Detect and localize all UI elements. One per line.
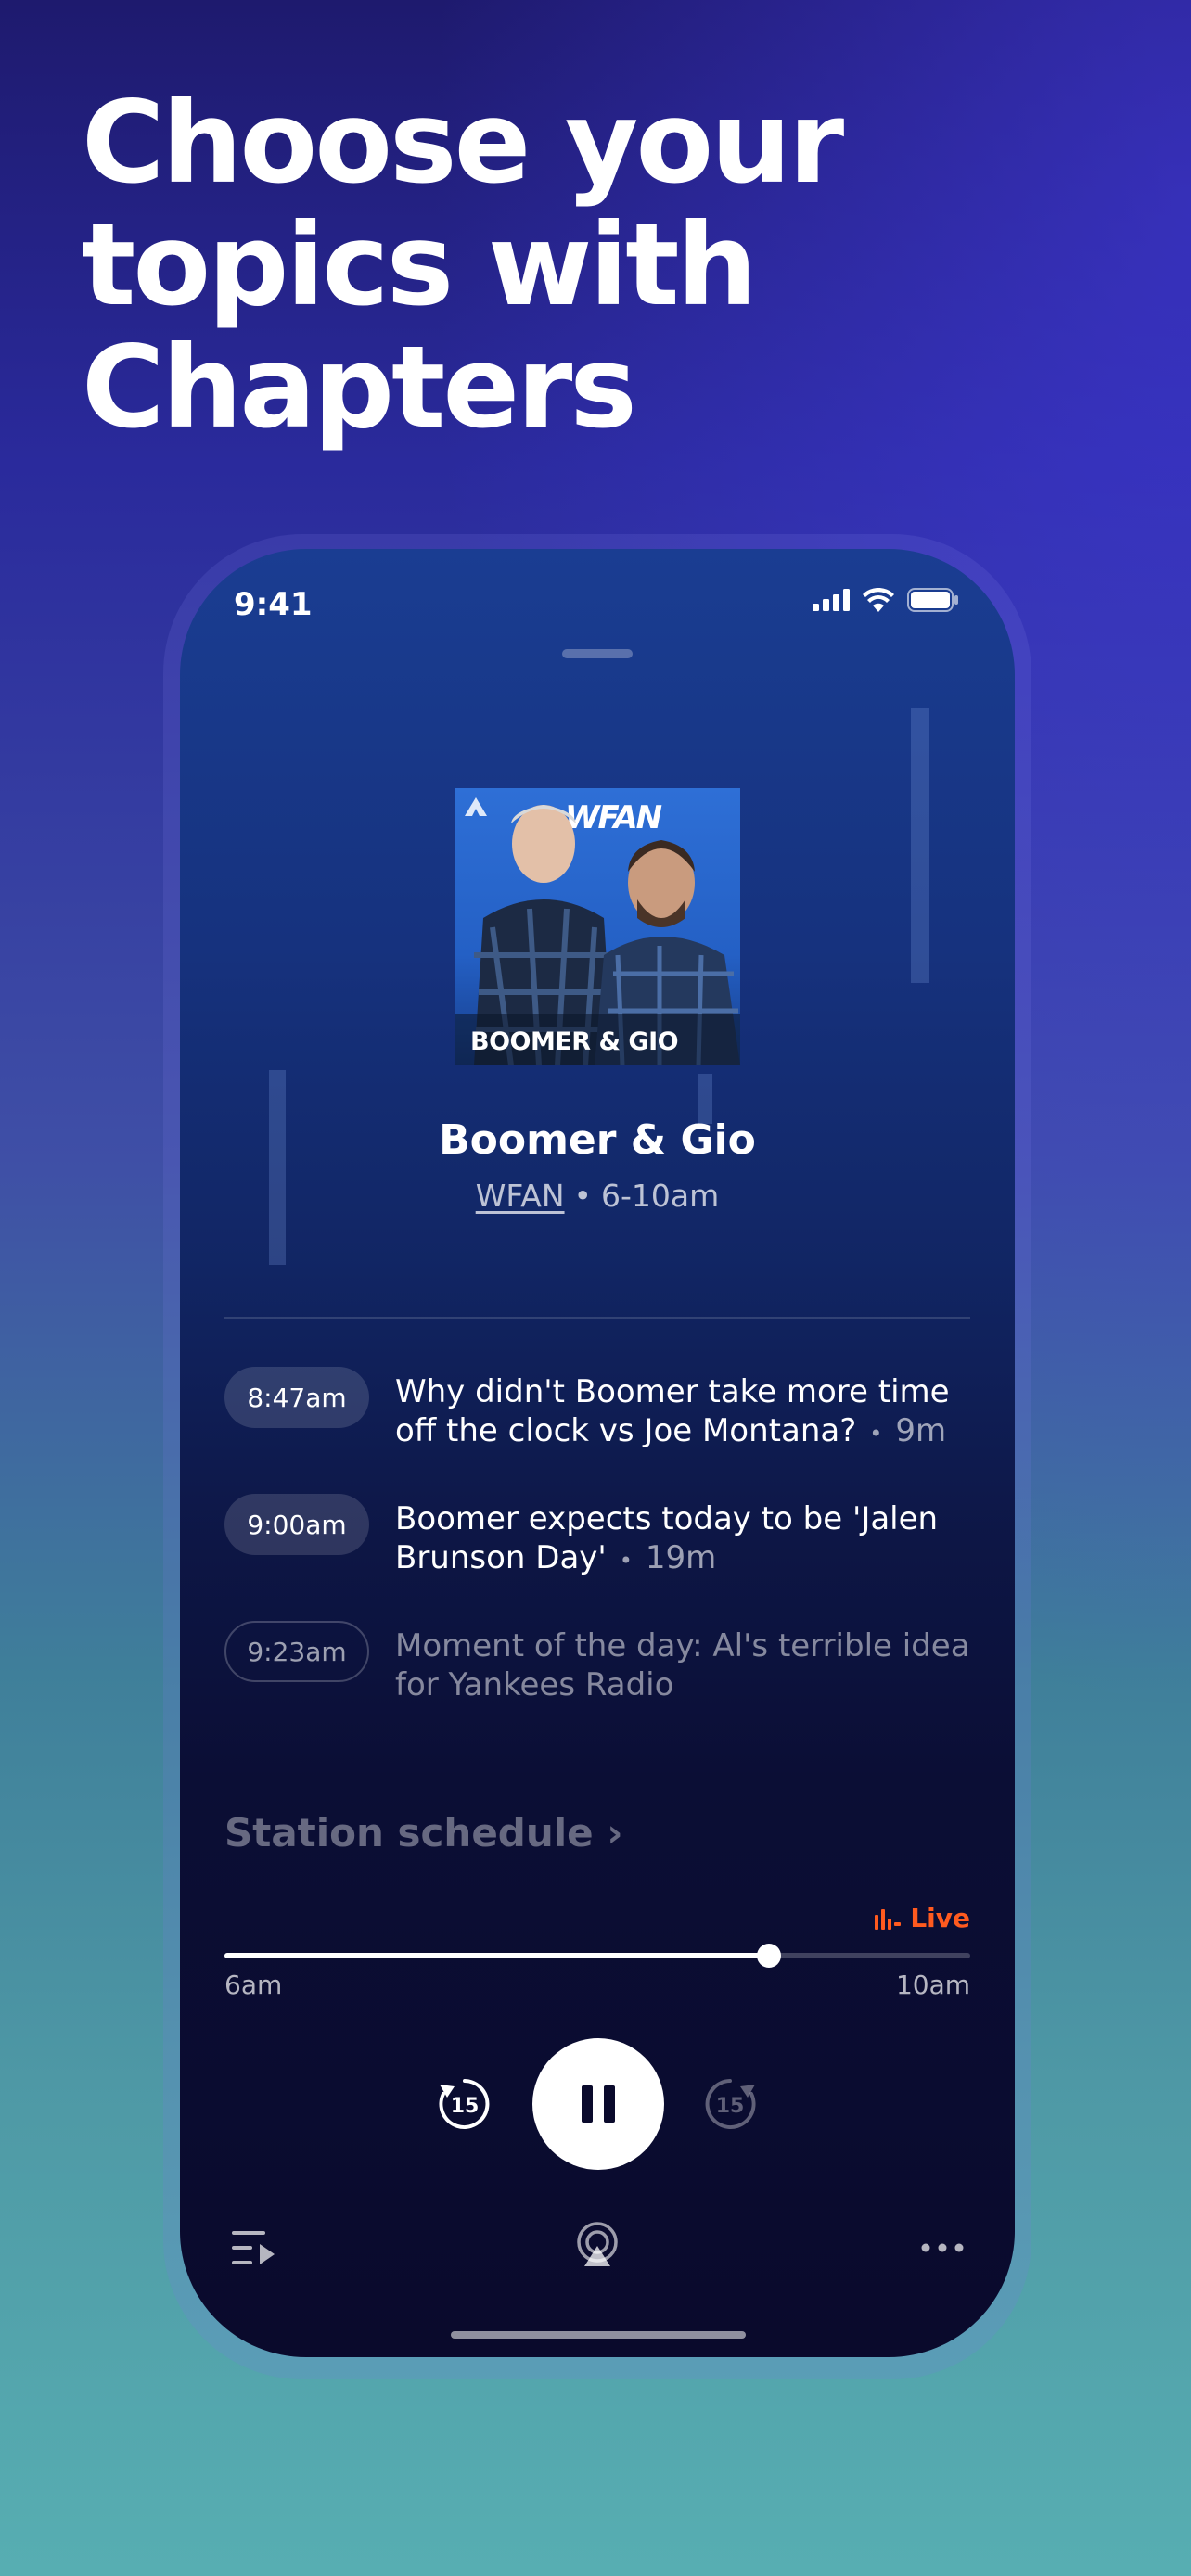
status-time: 9:41	[234, 586, 313, 623]
headline-line-3: Chapters	[82, 322, 637, 453]
chapter-meta: • 19m	[619, 1539, 717, 1576]
skip-forward-label: 15	[716, 2095, 745, 2118]
pause-icon	[582, 2085, 615, 2123]
station-link[interactable]: WFAN	[476, 1178, 565, 1214]
status-icons	[813, 588, 959, 612]
host-photo	[455, 805, 740, 1065]
chapter-text: Boomer expects today to be 'Jalen Brunso…	[395, 1499, 970, 1580]
skip-forward-15-icon: 15	[705, 2079, 756, 2129]
skip-back-button[interactable]: 15	[434, 2073, 495, 2135]
chapter-title: Moment of the day: Al's terrible idea fo…	[395, 1627, 970, 1703]
chapter-duration: 19m	[645, 1539, 717, 1576]
more-icon[interactable]	[920, 2242, 965, 2253]
skip-back-15-icon: 15	[439, 2079, 490, 2129]
live-bars-icon	[875, 1908, 902, 1930]
chapter-time-pill[interactable]: 9:00am	[224, 1494, 369, 1555]
pause-button[interactable]	[532, 2038, 664, 2170]
chapter-text: Why didn't Boomer take more time off the…	[395, 1372, 970, 1453]
separator-dot: •	[573, 1178, 593, 1214]
signal-icon	[813, 589, 850, 611]
progress-fill	[224, 1953, 769, 1958]
decorative-bar	[911, 708, 929, 983]
skip-back-label: 15	[451, 2095, 480, 2118]
chapter-duration: 9m	[895, 1412, 947, 1449]
chapter-time-pill[interactable]: 8:47am	[224, 1367, 369, 1428]
live-label: Live	[910, 1903, 970, 1933]
chapter-meta: • 9m	[869, 1412, 947, 1449]
queue-icon[interactable]	[232, 2227, 278, 2268]
show-subtitle: WFAN • 6-10am	[180, 1178, 1015, 1214]
progress-end-label: 10am	[895, 1970, 970, 2000]
battery-icon	[907, 588, 958, 612]
phone-screen: 9:41 WFAN BOOMER & GIO Boomer & Gio WFAN…	[180, 549, 1015, 2357]
headline: Choose your topics with Chapters	[82, 82, 1102, 449]
progress-track[interactable]	[224, 1944, 970, 1968]
decorative-bar	[269, 1070, 286, 1265]
chapter-text: Moment of the day: Al's terrible idea fo…	[395, 1626, 970, 1704]
headline-line-1: Choose your	[82, 77, 844, 209]
show-title: Boomer & Gio	[439, 1116, 756, 1164]
show-artwork[interactable]: WFAN BOOMER & GIO	[455, 788, 740, 1065]
station-schedule-link[interactable]: Station schedule ›	[224, 1810, 623, 1855]
progress-thumb[interactable]	[756, 1944, 781, 1968]
home-indicator[interactable]	[451, 2331, 746, 2339]
divider	[224, 1317, 970, 1319]
artwork-caption: BOOMER & GIO	[470, 1027, 679, 1056]
show-hours: 6-10am	[601, 1178, 720, 1214]
wifi-icon	[863, 588, 894, 612]
chapter-time-pill[interactable]: 9:23am	[224, 1621, 369, 1682]
live-indicator[interactable]: Live	[875, 1903, 970, 1933]
progress-start-label: 6am	[224, 1970, 283, 2000]
sheet-grabber[interactable]	[562, 649, 633, 658]
airplay-icon[interactable]	[575, 2222, 620, 2268]
skip-forward-button[interactable]: 15	[699, 2073, 761, 2135]
headline-line-2: topics with	[82, 199, 757, 331]
